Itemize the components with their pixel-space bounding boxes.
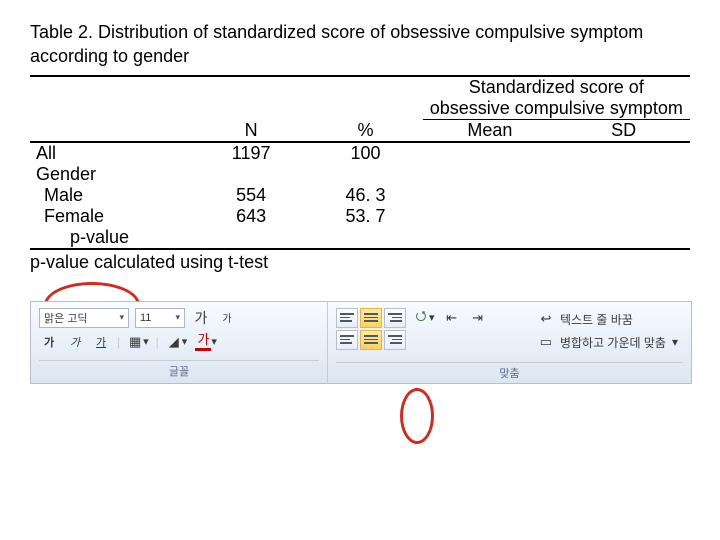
alignment-grid [336,308,406,350]
decrease-indent-button[interactable]: ⇤ [442,308,462,328]
font-color-icon: 가 [195,332,211,351]
alignment-group-label: 맞춤 [336,362,683,381]
font-size-dropdown[interactable]: 11 ▾ [135,308,185,328]
shrink-font-button[interactable]: 가 [217,308,237,328]
row-n: 643 [194,206,309,227]
orientation-icon: ⭯ [413,310,429,326]
annotation-oval [400,388,434,444]
font-group: 맑은 고딕 ▾ 11 ▾ 가 가 가 가 가 | ▦▾ | ◢▾ 가▾ [31,302,328,383]
fill-color-button[interactable]: ◢▾ [165,332,189,352]
row-pct: 46. 3 [309,185,423,206]
table-footnote: p-value calculated using t-test [30,252,690,273]
table-row: All 1197 100 [30,142,690,164]
row-label: Male [30,185,194,206]
table-title: Table 2. Distribution of standardized sc… [30,20,690,69]
align-bottom-right-button[interactable] [384,330,406,350]
align-top-center-button[interactable] [360,308,382,328]
table-2: Table 2. Distribution of standardized sc… [30,20,690,273]
bucket-icon: ◢ [166,334,182,350]
col-n: N [194,119,309,142]
indent-left-icon: ⇤ [444,310,460,326]
bold-button[interactable]: 가 [39,332,59,352]
font-group-label: 글꼴 [39,360,319,379]
row-pct: 100 [309,142,423,164]
data-table: Standardized score of obsessive compulsi… [30,75,690,250]
underline-button[interactable]: 가 [91,332,111,352]
merge-icon: ▭ [538,334,554,350]
table-row: p-value [30,227,690,249]
row-n: 1197 [194,142,309,164]
table-row: Female 643 53. 7 [30,206,690,227]
align-top-left-button[interactable] [336,308,358,328]
align-bottom-center-button[interactable] [360,330,382,350]
italic-button[interactable]: 가 [65,332,85,352]
spanner-header: Standardized score of obsessive compulsi… [423,76,690,120]
wrap-text-button[interactable]: ↩ 텍스트 줄 바꿈 [533,308,683,331]
font-size-value: 11 [140,312,151,324]
col-pct: % [309,119,423,142]
border-icon: ▦ [127,334,143,350]
align-top-right-button[interactable] [384,308,406,328]
chevron-down-icon: ▾ [119,312,124,323]
col-sd: SD [557,119,690,142]
orientation-button[interactable]: ⭯▾ [412,308,436,328]
chevron-down-icon: ▾ [672,335,678,349]
row-label: All [30,142,194,164]
row-label: Gender [30,164,194,185]
font-color-button[interactable]: 가▾ [194,332,218,352]
border-button[interactable]: ▦▾ [126,332,150,352]
table-row: Male 554 46. 3 [30,185,690,206]
font-name-dropdown[interactable]: 맑은 고딕 ▾ [39,308,129,328]
table-row: Gender [30,164,690,185]
row-label: Female [30,206,194,227]
row-label: p-value [30,227,194,249]
wrap-text-icon: ↩ [538,311,554,327]
alignment-group: ⭯▾ ⇤ ⇥ ↩ 텍스트 줄 바꿈 ▭ 병합하고 가운데 맞춤 ▾ [328,302,691,383]
merge-center-label: 병합하고 가운데 맞춤 [560,334,666,351]
col-mean: Mean [423,119,558,142]
row-n: 554 [194,185,309,206]
indent-right-icon: ⇥ [470,310,486,326]
font-name-value: 맑은 고딕 [44,310,88,326]
grow-font-button[interactable]: 가 [191,308,211,328]
increase-indent-button[interactable]: ⇥ [468,308,488,328]
wrap-text-label: 텍스트 줄 바꿈 [560,311,633,328]
chevron-down-icon: ▾ [175,312,180,323]
excel-ribbon: 맑은 고딕 ▾ 11 ▾ 가 가 가 가 가 | ▦▾ | ◢▾ 가▾ [30,301,692,384]
align-bottom-left-button[interactable] [336,330,358,350]
row-pct: 53. 7 [309,206,423,227]
merge-center-button[interactable]: ▭ 병합하고 가운데 맞춤 ▾ [533,331,683,354]
